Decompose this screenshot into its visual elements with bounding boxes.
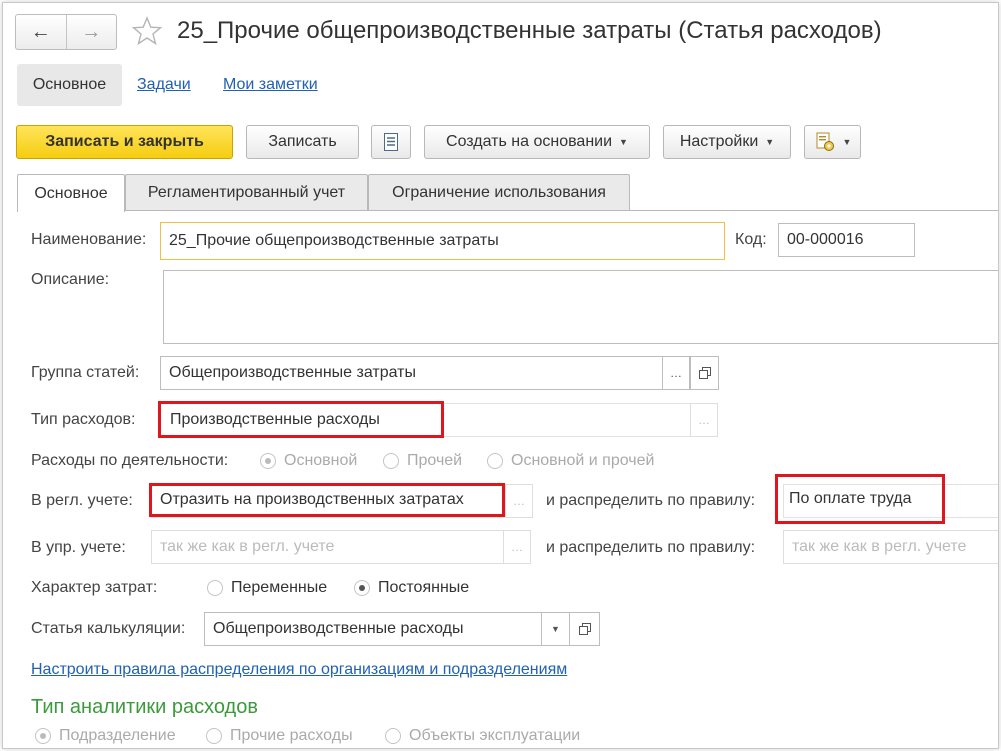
calc-dropdown-button[interactable]: ▼ — [541, 612, 570, 646]
character-option-fixed[interactable]: Постоянные — [354, 579, 469, 597]
arrow-right-icon: → — [81, 20, 102, 43]
tasks-link[interactable]: Задачи — [137, 76, 191, 94]
caret-down-icon: ▼ — [765, 137, 775, 147]
radio-checked — [354, 580, 370, 596]
list-icon — [384, 133, 398, 151]
caret-down-icon: ▼ — [619, 137, 628, 147]
activity-option-main[interactable]: Основной — [260, 452, 357, 470]
regl-label: В регл. учете: — [31, 492, 133, 509]
expense-type-value: Производственные расходы — [170, 410, 380, 428]
print-button[interactable]: ▼ — [804, 125, 861, 159]
name-label: Наименование: — [31, 231, 147, 248]
name-input[interactable]: 25_Прочие общепроизводственные затраты — [160, 222, 725, 260]
arrow-left-icon: ← — [30, 20, 51, 43]
upr-rule-input[interactable]: так же как в регл. учете — [783, 530, 998, 564]
calc-open-button[interactable] — [569, 612, 600, 646]
group-input[interactable]: Общепроизводственные затраты — [160, 356, 663, 390]
character-option-label: Постоянные — [378, 579, 470, 596]
regl-highlight: Отразить на производственных затратах — [149, 483, 505, 517]
analytics-option-department[interactable]: Подразделение — [35, 727, 176, 745]
activity-option-label: Основной — [284, 452, 358, 469]
character-option-variable[interactable]: Переменные — [207, 579, 327, 597]
analytics-option-objects[interactable]: Объекты эксплуатации — [385, 727, 580, 745]
code-input[interactable]: 00-000016 — [778, 223, 915, 257]
settings-button[interactable]: Настройки ▼ — [663, 125, 791, 159]
save-close-button[interactable]: Записать и закрыть — [16, 125, 233, 159]
open-window-icon — [698, 367, 711, 379]
create-based-button[interactable]: Создать на основании ▼ — [424, 125, 650, 159]
character-option-label: Переменные — [231, 579, 328, 596]
save-button[interactable]: Записать — [246, 125, 359, 159]
description-label: Описание: — [31, 271, 110, 288]
calc-label: Статья калькуляции: — [31, 620, 186, 637]
upr-input[interactable]: так же как в регл. учете — [151, 530, 504, 564]
favorite-button[interactable] — [131, 14, 163, 48]
document-gear-icon — [816, 132, 834, 151]
radio-unchecked — [206, 728, 222, 744]
upr-select-button[interactable]: … — [503, 530, 531, 564]
activity-option-label: Основной и прочей — [511, 452, 655, 469]
expense-type-label: Тип расходов: — [31, 411, 136, 428]
group-select-button[interactable]: … — [662, 356, 690, 390]
analytics-option-label: Объекты эксплуатации — [409, 727, 581, 744]
notes-link[interactable]: Мои заметки — [223, 76, 318, 94]
create-based-label: Создать на основании — [446, 133, 613, 150]
caret-down-icon: ▼ — [842, 137, 852, 147]
radio-unchecked — [383, 453, 399, 469]
regl-distribute-label: и распределить по правилу: — [546, 492, 756, 509]
radio-checked — [260, 453, 276, 469]
history-nav: ← → — [15, 14, 117, 50]
code-label: Код: — [735, 231, 767, 248]
group-open-button[interactable] — [690, 356, 719, 390]
settings-label: Настройки — [679, 133, 759, 150]
expense-type-highlight: Производственные расходы — [158, 401, 444, 438]
description-textarea[interactable] — [163, 270, 998, 344]
analytics-option-label: Прочие расходы — [230, 727, 353, 744]
regl-rule-value: По оплате труда — [789, 490, 912, 507]
window: ← → 25_Прочие общепроизводственные затра… — [2, 2, 999, 749]
open-window-icon — [578, 623, 591, 635]
radio-unchecked — [207, 580, 223, 596]
calc-input[interactable]: Общепроизводственные расходы — [204, 612, 542, 646]
tab-basic[interactable]: Основное — [17, 174, 125, 212]
back-button[interactable]: ← — [16, 15, 66, 49]
regl-value: Отразить на производственных затратах — [160, 491, 464, 508]
tab-restrictions[interactable]: Ограничение использования — [368, 174, 630, 210]
character-label: Характер затрат: — [31, 579, 158, 596]
radio-unchecked — [385, 728, 401, 744]
activity-option-label: Прочей — [407, 452, 463, 469]
activity-label: Расходы по деятельности: — [31, 452, 229, 469]
activity-option-other[interactable]: Прочей — [383, 452, 462, 470]
upr-distribute-label: и распределить по правилу: — [546, 539, 756, 556]
radio-unchecked — [487, 453, 503, 469]
analytics-option-other[interactable]: Прочие расходы — [206, 727, 353, 745]
ellipsis-icon: … — [670, 366, 682, 380]
distribution-rules-link[interactable]: Настроить правила распределения по орган… — [31, 661, 567, 679]
caret-down-icon: ▼ — [551, 624, 560, 634]
activity-option-both[interactable]: Основной и прочей — [487, 452, 654, 470]
forward-button[interactable]: → — [65, 15, 117, 49]
tab-main-top[interactable]: Основное — [17, 64, 122, 106]
report-button[interactable] — [371, 125, 411, 159]
upr-label: В упр. учете: — [31, 539, 126, 556]
analytics-section-title: Тип аналитики расходов — [31, 696, 258, 718]
regl-select-button[interactable]: … — [505, 484, 533, 518]
star-icon — [131, 16, 163, 46]
expense-type-select-button[interactable]: … — [690, 403, 718, 437]
window-title: 25_Прочие общепроизводственные затраты (… — [177, 17, 882, 44]
ellipsis-icon: … — [511, 540, 523, 554]
tabs-divider — [17, 210, 998, 211]
regl-rule-highlight: По оплате труда — [775, 474, 945, 524]
group-label: Группа статей: — [31, 364, 140, 381]
tab-regulated[interactable]: Регламентированный учет — [125, 174, 368, 210]
radio-checked — [35, 728, 51, 744]
ellipsis-icon: … — [513, 494, 525, 508]
analytics-option-label: Подразделение — [59, 727, 176, 744]
ellipsis-icon: … — [698, 413, 710, 427]
